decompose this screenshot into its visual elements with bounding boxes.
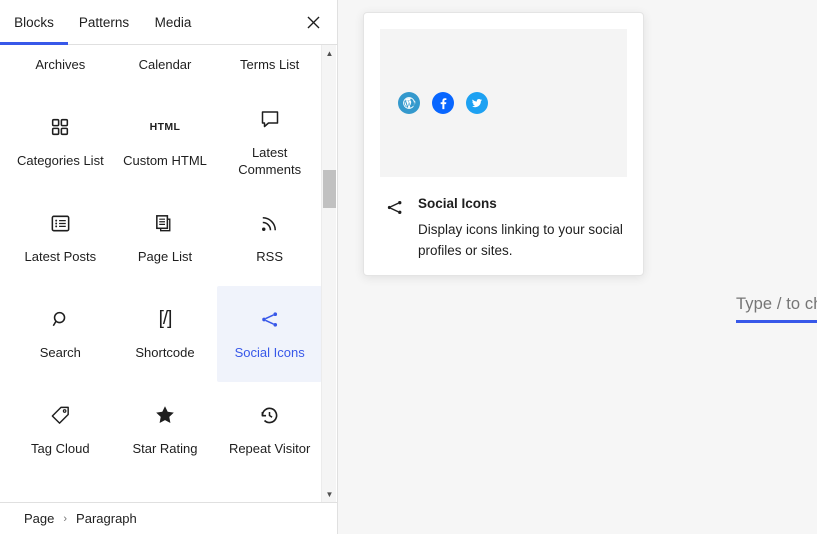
block-item-label: Custom HTML <box>123 153 207 168</box>
search-icon <box>49 307 72 331</box>
tab-patterns-label: Patterns <box>78 14 130 30</box>
close-inserter-button[interactable] <box>297 6 329 38</box>
block-item-label: Search <box>39 345 81 360</box>
block-preview-popover: Social Icons Display icons linking to yo… <box>363 12 644 276</box>
block-item-page-list-blue[interactable] <box>8 478 113 502</box>
block-inserter-panel: Blocks Patterns Media Archives Calendar … <box>0 0 338 534</box>
block-item-label: Repeat Visitor <box>228 441 311 456</box>
block-item-social-icons[interactable]: Social Icons <box>217 286 322 382</box>
block-grid: Archives Calendar Terms List Categories … <box>0 45 330 502</box>
share-icon <box>258 307 281 331</box>
categories-grid-icon <box>49 115 71 139</box>
tab-media[interactable]: Media <box>140 0 206 45</box>
list-icon <box>49 211 72 235</box>
breadcrumb: Page › Paragraph <box>0 502 337 534</box>
block-item-custom-html[interactable]: HTML Custom HTML <box>113 94 218 190</box>
rss-icon <box>258 211 281 235</box>
block-item-label: Page List <box>137 249 193 264</box>
star-icon <box>153 403 177 427</box>
html-icon: HTML <box>149 121 181 133</box>
block-item-label: RSS <box>256 249 284 264</box>
block-appender[interactable]: Type / to choose a block <box>736 292 817 323</box>
block-item-page-list[interactable]: Page List <box>113 190 218 286</box>
wordpress-icon <box>398 92 420 114</box>
block-item-shortcode[interactable]: [/] Shortcode <box>113 286 218 382</box>
twitter-icon <box>466 92 488 114</box>
tab-blocks[interactable]: Blocks <box>0 0 68 45</box>
scroll-up-arrow-icon[interactable]: ▲ <box>322 45 337 61</box>
block-list-scrollbar[interactable]: ▲ ▼ <box>321 45 336 502</box>
block-item-label: Archives <box>35 57 86 72</box>
comment-bubble-icon <box>258 107 282 131</box>
history-clock-icon <box>258 403 281 427</box>
block-item-label: Calendar <box>138 57 192 72</box>
block-item-search[interactable]: Search <box>8 286 113 382</box>
tab-patterns[interactable]: Patterns <box>68 0 140 45</box>
block-item-calendar-filled[interactable] <box>217 478 322 502</box>
block-item-label: Latest Comments <box>238 144 302 177</box>
breadcrumb-separator-icon: › <box>63 512 68 525</box>
breadcrumb-item-paragraph[interactable]: Paragraph <box>76 511 137 526</box>
block-preview-title: Social Icons <box>418 196 497 211</box>
block-list-scroll-region[interactable]: Archives Calendar Terms List Categories … <box>0 45 337 502</box>
block-item-label: Star Rating <box>132 441 198 456</box>
tag-icon <box>49 403 72 427</box>
block-item-latest-comments[interactable]: Latest Comments <box>217 94 322 190</box>
block-item-label: Categories List <box>16 153 104 168</box>
block-item-label: Tag Cloud <box>31 441 90 456</box>
tab-blocks-label: Blocks <box>14 14 54 30</box>
block-item-star-rating[interactable]: Star Rating <box>113 382 218 478</box>
block-appender-underline <box>736 320 817 323</box>
block-item-calendar[interactable]: Calendar <box>113 45 218 94</box>
block-preview-meta: Social Icons Display icons linking to yo… <box>380 177 627 261</box>
block-item-label: Social Icons <box>234 345 305 360</box>
block-item-terms-list[interactable]: Terms List <box>217 45 322 94</box>
block-item-categories-list[interactable]: Categories List <box>8 94 113 190</box>
block-item-rss[interactable]: RSS <box>217 190 322 286</box>
block-item-label: Shortcode <box>135 345 195 360</box>
block-item-slider-blue[interactable] <box>113 478 218 502</box>
close-icon <box>306 15 320 29</box>
block-appender-placeholder: Type / to choose a block <box>736 295 817 313</box>
inserter-tablist: Blocks Patterns Media <box>0 0 337 45</box>
editor-window: Unlike posts, which are hey're published… <box>0 0 817 534</box>
facebook-icon <box>432 92 454 114</box>
page-list-icon <box>153 211 176 235</box>
tab-media-label: Media <box>154 14 192 30</box>
breadcrumb-item-page[interactable]: Page <box>24 511 54 526</box>
block-item-repeat-visitor[interactable]: Repeat Visitor <box>217 382 322 478</box>
block-preview-stage <box>380 29 627 177</box>
block-item-tag-cloud[interactable]: Tag Cloud <box>8 382 113 478</box>
scroll-down-arrow-icon[interactable]: ▼ <box>322 486 337 502</box>
block-item-label: Terms List <box>240 57 300 72</box>
share-icon <box>384 195 406 261</box>
scrollbar-thumb[interactable] <box>323 170 336 208</box>
block-item-label: Latest Posts <box>24 249 97 264</box>
shortcode-icon: [/] <box>158 308 173 329</box>
block-preview-description: Display icons linking to your social pro… <box>418 222 623 258</box>
block-item-latest-posts[interactable]: Latest Posts <box>8 190 113 286</box>
block-item-archives[interactable]: Archives <box>8 45 113 94</box>
